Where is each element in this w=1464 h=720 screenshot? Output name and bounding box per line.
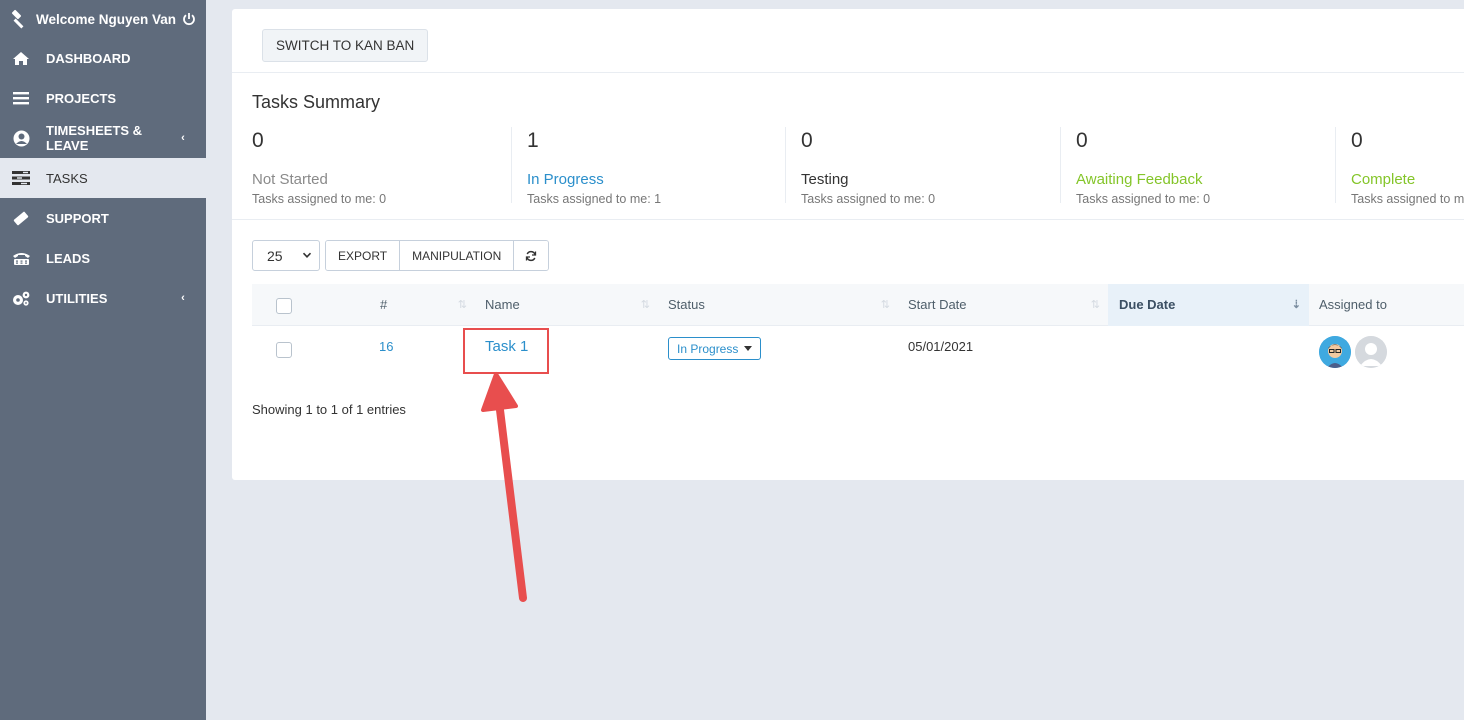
sidebar-item-utilities[interactable]: UTILITIES ‹	[0, 278, 206, 318]
task-id-link[interactable]: 16	[379, 339, 393, 354]
column-header-id[interactable]: # ⇅	[369, 284, 475, 326]
column-header-due-date[interactable]: Due Date ⇣	[1108, 284, 1309, 326]
stat-testing: 0 Testing Tasks assigned to me: 0	[801, 127, 935, 206]
divider	[232, 219, 1464, 220]
highlight-box	[463, 328, 549, 374]
ticket-icon	[11, 210, 31, 226]
chevron-left-icon: ‹	[181, 292, 185, 304]
sort-icon: ⇅	[1090, 299, 1100, 311]
sidebar-item-tasks[interactable]: TASKS	[0, 158, 206, 198]
stat-sub: Tasks assigned to me: 0	[252, 192, 387, 206]
chevron-left-icon: ‹	[181, 132, 185, 144]
sidebar-item-label: PROJECTS	[46, 90, 117, 106]
divider	[1335, 127, 1336, 203]
sidebar-item-timesheets[interactable]: TIMESHEETS & LEAVE ‹	[0, 118, 206, 158]
stat-sub: Tasks assigned to me: 1	[527, 192, 662, 206]
sort-icon: ⇅	[457, 299, 467, 311]
divider	[1060, 127, 1061, 203]
tasks-summary-title: Tasks Summary	[252, 92, 381, 112]
chevron-down-icon	[302, 252, 312, 258]
sidebar-item-dashboard[interactable]: DASHBOARD	[0, 38, 206, 78]
tasks-panel: SWITCH TO KAN BAN Tasks Summary 0 Not St…	[232, 9, 1464, 480]
sidebar-item-label: DASHBOARD	[46, 50, 131, 66]
page-length-value: 25	[267, 247, 283, 264]
reload-button[interactable]	[514, 241, 549, 270]
sidebar: Welcome Nguyen Van DASHBOARD PROJECTS TI…	[0, 0, 206, 720]
arrow-annotation	[481, 372, 527, 602]
stat-count: 1	[527, 129, 539, 152]
column-label: #	[380, 297, 388, 312]
column-header-start-date[interactable]: Start Date ⇅	[898, 284, 1108, 326]
column-label: Name	[485, 297, 520, 312]
sort-icon: ⇅	[880, 299, 890, 311]
user-circle-icon	[11, 130, 31, 146]
start-date-cell: 05/01/2021	[908, 339, 974, 354]
stat-not-started: 0 Not Started Tasks assigned to me: 0	[252, 127, 386, 206]
stat-count: 0	[1351, 129, 1363, 152]
switch-to-kanban-button[interactable]: SWITCH TO KAN BAN	[262, 29, 429, 62]
column-header-status[interactable]: Status ⇅	[658, 284, 898, 326]
divider	[785, 127, 786, 203]
divider	[511, 127, 512, 203]
cogs-icon	[11, 290, 31, 306]
sidebar-item-label: LEADS	[46, 250, 91, 266]
sidebar-item-label: UTILITIES	[46, 290, 108, 306]
stat-name: Not Started	[252, 171, 328, 188]
column-label: Due Date	[1119, 297, 1176, 312]
table-button-group: EXPORT MANIPULATION	[325, 240, 550, 271]
avatar[interactable]	[1319, 336, 1351, 368]
sort-desc-icon: ⇣	[1291, 299, 1301, 311]
panel-toolbar: SWITCH TO KAN BAN	[232, 9, 1464, 73]
avatar-placeholder[interactable]	[1355, 336, 1387, 368]
sidebar-item-label: TIMESHEETS & LEAVE	[46, 123, 143, 153]
column-label: Status	[668, 297, 705, 312]
stat-awaiting-feedback: 0 Awaiting Feedback Tasks assigned to me…	[1076, 127, 1210, 206]
column-header-assigned[interactable]: Assigned to	[1309, 284, 1464, 326]
stat-count: 0	[252, 129, 264, 152]
sidebar-item-projects[interactable]: PROJECTS	[0, 78, 206, 118]
stat-count: 0	[801, 129, 813, 152]
manipulation-button[interactable]: MANIPULATION	[400, 241, 515, 270]
tty-icon	[11, 250, 31, 266]
row-checkbox[interactable]	[276, 342, 292, 358]
power-icon[interactable]	[182, 12, 196, 26]
sidebar-item-label: SUPPORT	[46, 210, 109, 226]
stat-name: Testing	[801, 171, 849, 188]
bars-icon	[11, 90, 31, 106]
sort-icon: ⇅	[640, 299, 650, 311]
stat-complete: 0 Complete Tasks assigned to me: 0	[1351, 127, 1464, 206]
gavel-icon	[11, 9, 24, 29]
stat-sub: Tasks assigned to me: 0	[1076, 192, 1211, 206]
page-length-select[interactable]: 25	[252, 240, 320, 271]
column-label: Assigned to	[1319, 297, 1387, 312]
export-button[interactable]: EXPORT	[326, 241, 401, 270]
status-label: In Progress	[677, 341, 739, 356]
stat-count: 0	[1076, 129, 1088, 152]
sidebar-item-support[interactable]: SUPPORT	[0, 198, 206, 238]
table-info: Showing 1 to 1 of 1 entries	[252, 402, 406, 417]
refresh-icon	[526, 250, 537, 261]
stat-sub: Tasks assigned to me: 0	[1351, 192, 1464, 206]
welcome-text: Welcome Nguyen Van	[36, 11, 177, 27]
sidebar-item-leads[interactable]: LEADS	[0, 238, 206, 278]
caret-down-icon	[744, 346, 753, 351]
tasks-icon	[11, 170, 31, 186]
home-icon	[11, 50, 31, 66]
table-header: # ⇅ Name ⇅ Status ⇅ Start Date ⇅ Due Dat…	[252, 284, 1464, 326]
stat-in-progress: 1 In Progress Tasks assigned to me: 1	[527, 127, 661, 206]
sidebar-item-label: TASKS	[46, 170, 88, 186]
select-all-checkbox[interactable]	[276, 298, 292, 314]
column-label: Start Date	[908, 297, 967, 312]
column-header-name[interactable]: Name ⇅	[475, 284, 658, 326]
stat-sub: Tasks assigned to me: 0	[801, 192, 936, 206]
stat-name: In Progress	[527, 171, 604, 188]
stat-name: Awaiting Feedback	[1076, 171, 1203, 188]
sidebar-header: Welcome Nguyen Van	[0, 0, 206, 38]
stat-name: Complete	[1351, 171, 1416, 188]
status-dropdown[interactable]: In Progress	[668, 337, 762, 360]
